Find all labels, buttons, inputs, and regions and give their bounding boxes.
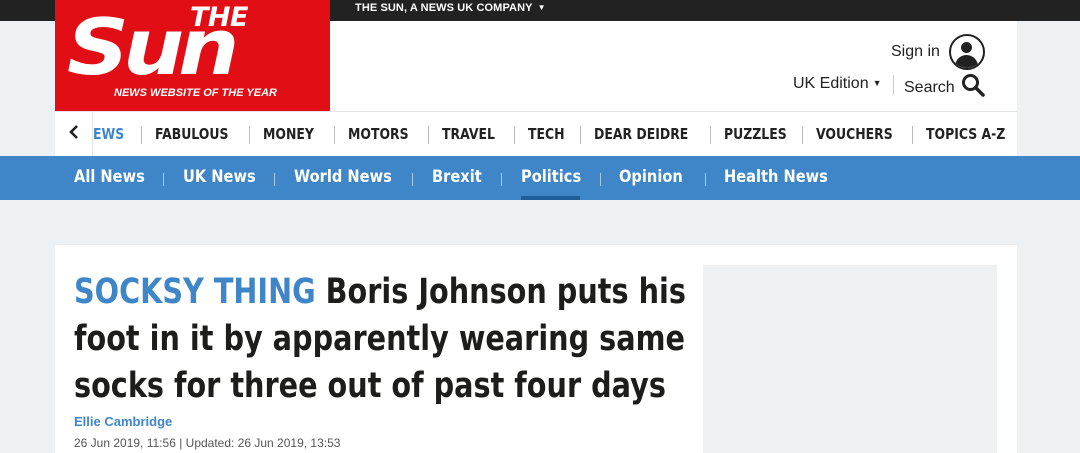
caret-down-icon: ▼ bbox=[537, 3, 546, 12]
nav-divider bbox=[334, 125, 335, 144]
ad-slot bbox=[703, 265, 997, 453]
article-kicker: SOCKSY THING bbox=[74, 272, 316, 312]
subnav-divider bbox=[600, 173, 601, 186]
caret-down-icon: ▼ bbox=[872, 78, 882, 88]
company-menu[interactable]: THE SUN, A NEWS UK COMPANY ▼ bbox=[355, 0, 546, 21]
nav-item-tech[interactable]: TECH bbox=[528, 125, 565, 143]
user-avatar-icon bbox=[948, 34, 985, 70]
masthead: THE Sun NEWS WEBSITE OF THE YEAR Sign in… bbox=[55, 0, 1017, 111]
nav-item-money[interactable]: MONEY bbox=[263, 125, 314, 143]
subnav-divider bbox=[412, 173, 413, 186]
logo-sun: Sun bbox=[67, 3, 239, 93]
nav-divider bbox=[580, 125, 581, 144]
nav-item-topics-a-z[interactable]: TOPICS A-Z bbox=[926, 125, 1005, 143]
nav-item-dear-deidre[interactable]: DEAR DEIDRE bbox=[594, 125, 688, 143]
subnav-item-uk-news[interactable]: UK News bbox=[183, 156, 256, 200]
search-label: Search bbox=[904, 78, 955, 96]
subnav-divider bbox=[501, 173, 502, 186]
main-nav: EWS FABULOUS MONEY MOTORS TRAVEL TECH DE… bbox=[55, 111, 1017, 156]
site-logo[interactable]: THE Sun NEWS WEBSITE OF THE YEAR bbox=[55, 0, 330, 111]
subnav-item-opinion[interactable]: Opinion bbox=[619, 156, 683, 200]
nav-item-news[interactable]: EWS bbox=[93, 125, 124, 143]
nav-divider bbox=[428, 125, 429, 144]
subnav-active-indicator bbox=[521, 196, 580, 200]
article-headline: SOCKSY THING Boris Johnson puts his foot… bbox=[74, 269, 697, 410]
nav-divider bbox=[249, 125, 250, 144]
subnav-divider bbox=[705, 173, 706, 186]
sign-in-button[interactable]: Sign in bbox=[891, 34, 985, 70]
article-card: SOCKSY THING Boris Johnson puts his foot… bbox=[55, 245, 1017, 453]
main-nav-track: EWS FABULOUS MONEY MOTORS TRAVEL TECH DE… bbox=[93, 112, 1016, 156]
search-icon bbox=[961, 73, 985, 102]
nav-item-fabulous[interactable]: FABULOUS bbox=[155, 125, 228, 143]
nav-divider bbox=[802, 125, 803, 144]
nav-divider bbox=[141, 125, 142, 144]
edition-selector[interactable]: UK Edition ▼ bbox=[793, 75, 882, 93]
nav-item-puzzles[interactable]: PUZZLES bbox=[724, 125, 787, 143]
subnav-item-politics[interactable]: Politics bbox=[521, 156, 581, 200]
article-author[interactable]: Ellie Cambridge bbox=[74, 414, 172, 429]
subnav-item-all-news[interactable]: All News bbox=[74, 156, 145, 200]
logo-tagline: NEWS WEBSITE OF THE YEAR bbox=[114, 87, 277, 99]
sub-nav: All News UK News World News Brexit Polit… bbox=[0, 156, 1080, 200]
search-button[interactable]: Search bbox=[904, 73, 985, 102]
subnav-divider bbox=[163, 173, 164, 186]
company-label: THE SUN, A NEWS UK COMPANY bbox=[355, 2, 533, 14]
chevron-left-icon bbox=[68, 124, 80, 145]
article-dates: 26 Jun 2019, 11:56 | Updated: 26 Jun 201… bbox=[74, 436, 341, 450]
subnav-item-brexit[interactable]: Brexit bbox=[432, 156, 482, 200]
edition-label: UK Edition bbox=[793, 75, 869, 92]
nav-divider bbox=[912, 125, 913, 144]
nav-divider bbox=[710, 125, 711, 144]
nav-divider bbox=[514, 125, 515, 144]
subnav-divider bbox=[274, 173, 275, 186]
subnav-item-health-news[interactable]: Health News bbox=[724, 156, 828, 200]
nav-item-travel[interactable]: TRAVEL bbox=[442, 125, 495, 143]
sign-in-label: Sign in bbox=[891, 43, 940, 60]
nav-item-motors[interactable]: MOTORS bbox=[348, 125, 409, 143]
subnav-item-world-news[interactable]: World News bbox=[294, 156, 392, 200]
nav-scroll-left-button[interactable] bbox=[55, 112, 93, 156]
header-divider bbox=[893, 75, 894, 95]
nav-item-vouchers[interactable]: VOUCHERS bbox=[816, 125, 893, 143]
